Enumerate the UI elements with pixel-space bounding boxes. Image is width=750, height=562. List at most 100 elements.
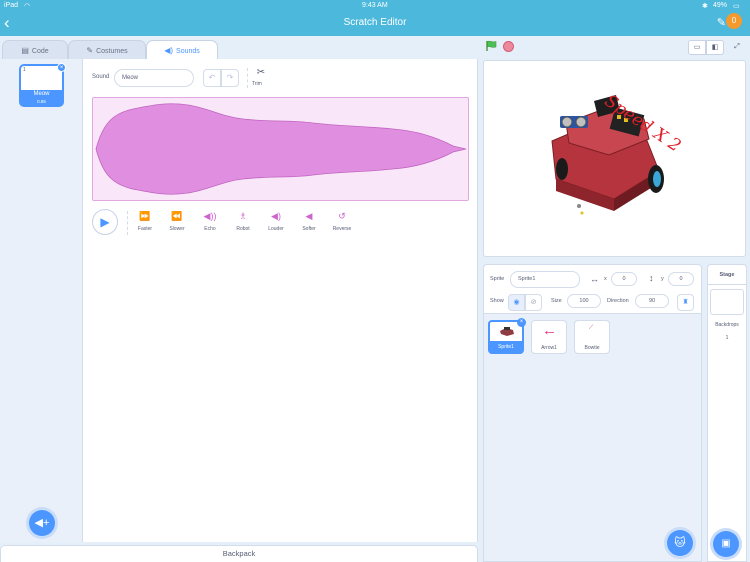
- louder-button[interactable]: ◀) Louder: [262, 211, 290, 232]
- add-backdrop-button[interactable]: ▣: [713, 531, 739, 557]
- sound-editor: Sound Meow ↶ ↷ ✂ Trim ▶ ⏩ Faster ⏪ Slowe…: [83, 59, 478, 542]
- undo-button[interactable]: ↶: [203, 69, 221, 87]
- sound-list: 1 Meow 0.85 × ◀+: [0, 59, 83, 542]
- robot-button[interactable]: ♗ Robot: [229, 211, 257, 232]
- show-sprite-button[interactable]: ◉: [508, 294, 525, 311]
- backdrops-count: 1: [725, 335, 729, 341]
- echo-icon: ◀)): [203, 211, 217, 221]
- y-arrows-icon: ↕: [649, 273, 654, 283]
- delete-sound-icon[interactable]: ×: [57, 63, 66, 72]
- fullscreen-button[interactable]: ⤢: [728, 40, 746, 55]
- divider: [127, 211, 128, 235]
- echo-button[interactable]: ◀)) Echo: [196, 211, 224, 232]
- sound-item-name: Meow: [33, 91, 50, 97]
- stage[interactable]: Speed X 2: [483, 60, 746, 257]
- tab-code[interactable]: ▤ Code: [2, 40, 68, 60]
- play-icon: ▶: [100, 215, 110, 229]
- stage-thumbnail[interactable]: [710, 289, 744, 315]
- reverse-button[interactable]: ↺ Reverse: [328, 211, 356, 232]
- cat-plus-icon: 🐱︎: [674, 537, 686, 549]
- bowtie-thumbnail-icon: ⟋: [589, 325, 594, 331]
- direction-field[interactable]: 90: [635, 294, 669, 308]
- slower-label: Slower: [169, 226, 185, 232]
- sound-name-label: Sound: [92, 74, 110, 80]
- faster-button[interactable]: ⏩ Faster: [131, 211, 159, 232]
- sprite-item-name: Sprite1: [498, 344, 514, 350]
- robot-icon: ♗: [238, 211, 248, 221]
- hide-sprite-button[interactable]: ⊘: [525, 294, 542, 311]
- x-field[interactable]: 0: [611, 272, 637, 286]
- size-label: Size: [551, 298, 562, 304]
- trim-label: Trim: [252, 81, 262, 87]
- code-icon: ▤: [21, 46, 29, 55]
- undo-icon: ↶: [208, 73, 216, 82]
- backdrops-label: Backdrops: [715, 322, 739, 328]
- large-stage-icon: ◧: [711, 44, 719, 51]
- sound-number: 1: [23, 67, 26, 73]
- size-field[interactable]: 100: [567, 294, 601, 308]
- status-bar: iPad ◠ 9:43 AM ✱ 49% ▭: [0, 0, 750, 12]
- add-sprite-button[interactable]: 🐱︎: [667, 530, 693, 556]
- tab-sounds[interactable]: ◀) Sounds: [146, 40, 218, 61]
- sound-item-meow[interactable]: 1 Meow 0.85 ×: [19, 63, 66, 107]
- tab-code-label: Code: [31, 48, 49, 55]
- x-label: x: [604, 276, 607, 282]
- settings-tools-icon[interactable]: ✎: [717, 16, 726, 29]
- echo-label: Echo: [204, 226, 216, 232]
- green-flag-icon[interactable]: [485, 40, 497, 52]
- notification-badge[interactable]: 0: [726, 13, 742, 29]
- add-sound-icon: ◀+: [34, 517, 50, 529]
- wifi-icon: ◠: [24, 3, 31, 10]
- stage-pane-title: Stage: [708, 265, 746, 285]
- eye-hidden-icon: ⊘: [530, 299, 537, 306]
- sprite-item-arrow1[interactable]: ← Arrow1: [531, 320, 567, 354]
- sound-item-duration: 0.85: [37, 99, 46, 104]
- sound-thumbnail: [21, 66, 62, 90]
- app-title: Scratch Editor: [343, 17, 407, 28]
- sprite-item-bowtie[interactable]: ⟋ Bowtie: [574, 320, 610, 354]
- battery-percent: 49%: [713, 2, 728, 9]
- trim-button[interactable]: ✂: [254, 67, 268, 78]
- robot-icon: ♜: [682, 299, 689, 306]
- redo-icon: ↷: [226, 73, 234, 82]
- bluetooth-icon: ✱: [702, 3, 708, 10]
- fullscreen-icon: ⤢: [734, 43, 740, 50]
- show-label: Show: [490, 298, 504, 304]
- delete-sprite-icon[interactable]: ×: [517, 318, 526, 327]
- scissors-icon: ✂: [256, 67, 266, 78]
- y-label: y: [661, 276, 664, 282]
- softer-button[interactable]: ◀ Softer: [295, 211, 323, 232]
- sprite-info-panel: Sprite Sprite1 ↔ x 0 ↕ y 0 Show ◉ ⊘ Size…: [483, 264, 702, 314]
- tab-costumes[interactable]: ✎ Costumes: [68, 40, 146, 60]
- eye-icon: ◉: [513, 299, 520, 306]
- stop-button[interactable]: [503, 41, 514, 52]
- small-stage-icon: ▭: [693, 44, 701, 51]
- divider: [247, 68, 248, 88]
- slower-button[interactable]: ⏪ Slower: [163, 211, 191, 232]
- faster-label: Faster: [137, 226, 153, 232]
- redo-button[interactable]: ↷: [221, 69, 239, 87]
- waveform-shape: [95, 103, 467, 195]
- backpack-bar[interactable]: Backpack: [0, 545, 478, 562]
- small-stage-button[interactable]: ▭: [688, 40, 706, 55]
- add-sound-button[interactable]: ◀+: [29, 510, 55, 536]
- waveform-graphic: [95, 103, 467, 195]
- louder-label: Louder: [268, 226, 284, 232]
- x-arrows-icon: ↔: [590, 274, 599, 284]
- title-bar: ‹ Scratch Editor ✎ 0: [0, 12, 750, 36]
- faster-icon: ⏩: [139, 211, 151, 221]
- robot-extension-button[interactable]: ♜: [677, 294, 694, 311]
- louder-icon: ◀): [271, 211, 281, 221]
- sprite-name-field[interactable]: Sprite1: [510, 271, 580, 288]
- sprite-item-name: Bowtie: [584, 345, 600, 351]
- stage-selector-pane: Stage Backdrops 1 ▣: [707, 264, 747, 562]
- direction-label: Direction: [607, 298, 629, 304]
- waveform[interactable]: [92, 97, 469, 201]
- clock: 9:43 AM: [362, 2, 388, 9]
- speaker-icon: ◀): [164, 46, 174, 55]
- large-stage-button[interactable]: ◧: [706, 40, 724, 55]
- sound-name-field[interactable]: Meow: [114, 69, 194, 87]
- y-field[interactable]: 0: [668, 272, 694, 286]
- play-button[interactable]: ▶: [92, 209, 118, 235]
- sprite-item-sprite1[interactable]: Sprite1 ×: [488, 318, 526, 354]
